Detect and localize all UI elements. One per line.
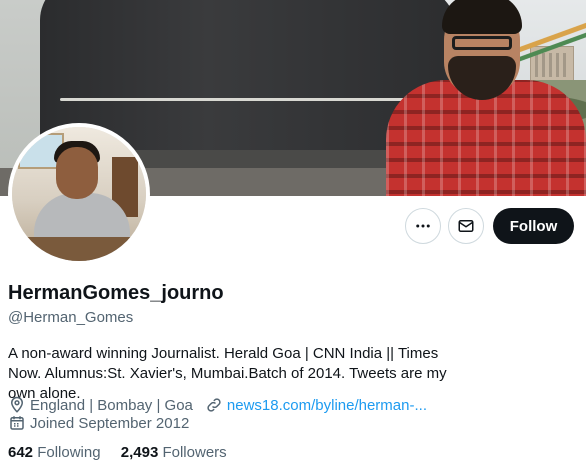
following-link[interactable]: 642 Following [8,444,101,460]
display-name: HermanGomes_journo [8,282,224,304]
location-pin-icon [10,396,24,413]
followers-count: 2,493 [120,444,159,460]
joined-date: Joined September 2012 [30,414,190,432]
website-link[interactable]: news18.com/byline/herman-... [227,397,427,414]
location-text: England | Bombay | Goa [30,396,193,414]
more-options-button[interactable] [405,208,441,244]
location-item: England | Bombay | Goa [8,396,193,414]
profile-avatar[interactable] [8,123,150,265]
more-horizontal-icon [416,224,430,228]
joined-item: Joined September 2012 [8,414,189,432]
joined-row: Joined September 2012 [8,414,189,432]
website-item[interactable]: news18.com/byline/herman-... [205,396,427,414]
banner-person-hair [442,0,522,34]
link-icon [207,398,221,412]
avatar-desk [12,237,146,261]
avatar-face [56,147,98,199]
profile-bio: A non-award winning Journalist. Herald G… [8,345,447,402]
user-handle: @Herman_Gomes [8,309,134,326]
followers-link[interactable]: 2,493 Followers [121,444,227,460]
profile-meta-row: England | Bombay | Goa news18.com/byline… [8,396,427,414]
following-count: 642 [8,444,34,460]
message-button[interactable] [448,208,484,244]
envelope-icon [458,220,474,232]
follow-button[interactable]: Follow [493,208,574,244]
follow-counts: 642 Following 2,493 Followers [8,444,227,460]
banner-person-glasses [452,36,512,50]
banner-person [386,0,586,196]
following-label: Following [37,444,101,460]
calendar-icon [10,416,24,430]
followers-label: Followers [162,444,227,460]
